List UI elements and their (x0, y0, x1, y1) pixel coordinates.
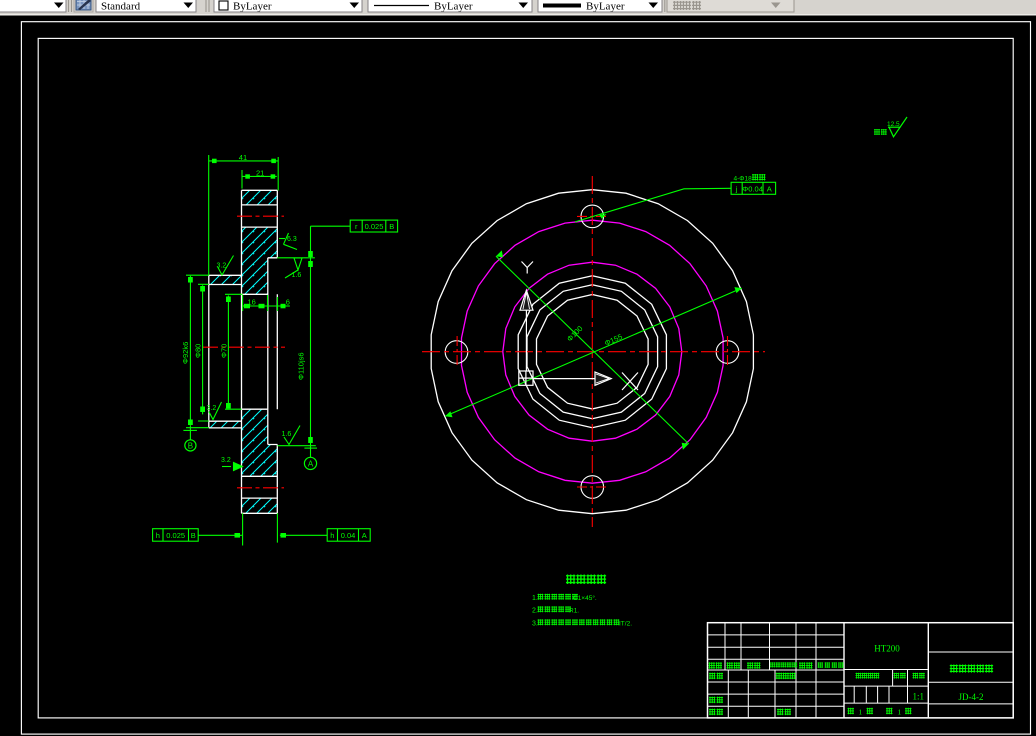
svg-text:HT200: HT200 (874, 644, 900, 654)
svg-text:j: j (735, 184, 738, 193)
svg-text:Φ80: Φ80 (194, 344, 203, 358)
svg-text:1.: 1. (532, 595, 538, 602)
svg-text:0.025: 0.025 (365, 222, 384, 231)
svg-text:3.2: 3.2 (217, 263, 227, 270)
svg-text:16: 16 (248, 298, 256, 307)
svg-text:2.: 2. (532, 608, 538, 615)
svg-text:6: 6 (286, 298, 290, 307)
svg-text:1.6: 1.6 (282, 431, 292, 438)
svg-text:3.: 3. (532, 621, 538, 628)
svg-text:21: 21 (256, 169, 264, 178)
svg-text:B: B (191, 531, 196, 540)
svg-text:h: h (330, 531, 334, 540)
svg-text:3.2: 3.2 (221, 457, 231, 464)
svg-text:1: 1 (898, 708, 902, 717)
svg-text:Φ70: Φ70 (219, 344, 228, 358)
svg-text:A: A (362, 531, 367, 540)
svg-text:Φ92k6: Φ92k6 (181, 342, 190, 364)
svg-text:4-Φ18: 4-Φ18 (734, 176, 753, 183)
svg-text:Φ110js6: Φ110js6 (297, 352, 306, 380)
svg-text:Standard: Standard (101, 1, 141, 13)
svg-text:ByLayer: ByLayer (434, 1, 473, 13)
svg-text:6.3: 6.3 (287, 236, 297, 243)
svg-text:JD-4-2: JD-4-2 (959, 692, 984, 702)
svg-text:Φ0.04: Φ0.04 (742, 184, 763, 193)
svg-text:ByLayer: ByLayer (233, 1, 272, 13)
svg-text:B: B (389, 222, 394, 231)
svg-text:A: A (308, 460, 314, 469)
svg-text:1:1: 1:1 (912, 692, 924, 702)
svg-text:0.04: 0.04 (341, 531, 356, 540)
svg-text:41: 41 (239, 153, 247, 162)
svg-text:3.2: 3.2 (207, 405, 217, 412)
svg-text:0.025: 0.025 (166, 531, 185, 540)
svg-text:ByLayer: ByLayer (586, 1, 625, 13)
svg-text:A: A (767, 184, 772, 193)
svg-text:1.6: 1.6 (292, 272, 302, 279)
svg-text:h: h (156, 531, 160, 540)
svg-text:IT/2.: IT/2. (619, 621, 632, 628)
svg-text:1: 1 (859, 708, 863, 717)
svg-text:12.5: 12.5 (887, 121, 900, 128)
svg-text:B: B (188, 442, 193, 451)
